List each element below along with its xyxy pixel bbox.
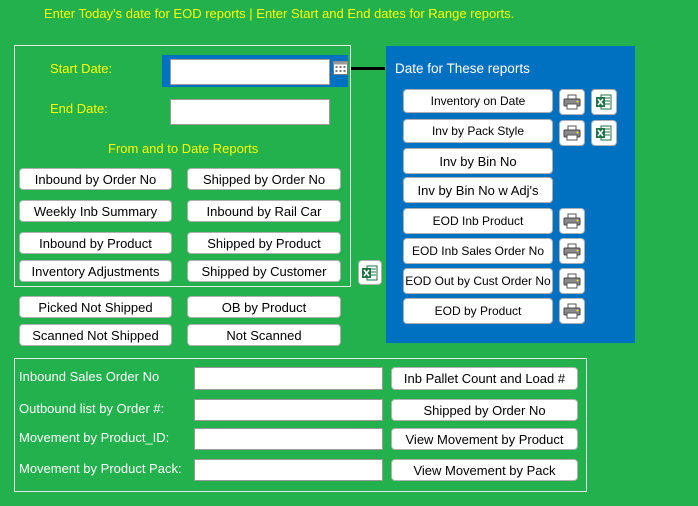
printer-icon bbox=[563, 125, 581, 141]
inbound-sales-order-label: Inbound Sales Order No bbox=[19, 369, 160, 384]
export-excel-button[interactable] bbox=[358, 260, 382, 285]
instructions-text: Enter Today's date for EOD reports | Ent… bbox=[44, 6, 515, 21]
scanned-not-shipped-button[interactable]: Scanned Not Shipped bbox=[19, 324, 172, 346]
shipped-by-customer-button[interactable]: Shipped by Customer bbox=[187, 260, 341, 282]
excel-inventory-on-date-button[interactable] bbox=[591, 89, 617, 115]
print-eod-out-by-cust-order-button[interactable] bbox=[559, 268, 585, 294]
weekly-inb-summary-button[interactable]: Weekly Inb Summary bbox=[19, 200, 172, 222]
view-movement-pack-button[interactable]: View Movement by Pack bbox=[391, 459, 578, 481]
start-date-label: Start Date: bbox=[50, 61, 113, 76]
printer-icon bbox=[563, 303, 581, 319]
lookup-shipped-by-order-button[interactable]: Shipped by Order No bbox=[391, 399, 578, 421]
eod-inb-product-button[interactable]: EOD Inb Product bbox=[403, 208, 553, 234]
movement-product-id-input[interactable] bbox=[194, 428, 383, 450]
print-inv-by-pack-style-button[interactable] bbox=[559, 120, 585, 146]
connector-line bbox=[351, 67, 385, 70]
movement-product-id-label: Movement by Product_ID: bbox=[19, 430, 170, 445]
inb-pallet-count-button[interactable]: Inb Pallet Count and Load # bbox=[391, 367, 578, 390]
inbound-by-rail-car-button[interactable]: Inbound by Rail Car bbox=[187, 200, 341, 222]
view-movement-product-button[interactable]: View Movement by Product bbox=[391, 428, 578, 450]
excel-icon bbox=[362, 265, 378, 280]
print-eod-inb-sales-order-button[interactable] bbox=[559, 238, 585, 264]
inventory-on-date-button[interactable]: Inventory on Date bbox=[403, 89, 553, 113]
inbound-sales-order-input[interactable] bbox=[194, 367, 383, 390]
inv-by-bin-no-button[interactable]: Inv by Bin No bbox=[403, 148, 553, 174]
outbound-list-label: Outbound list by Order #: bbox=[19, 401, 165, 416]
picked-not-shipped-button[interactable]: Picked Not Shipped bbox=[19, 296, 172, 318]
inv-by-pack-style-button[interactable]: Inv by Pack Style bbox=[403, 119, 553, 143]
inv-by-bin-no-adj-button[interactable]: Inv by Bin No w Adj's bbox=[403, 177, 553, 203]
end-date-label: End Date: bbox=[50, 101, 108, 116]
print-inventory-on-date-button[interactable] bbox=[559, 89, 585, 115]
range-reports-title: From and to Date Reports bbox=[108, 141, 259, 156]
printer-icon bbox=[563, 243, 581, 259]
calendar-icon[interactable] bbox=[333, 60, 348, 75]
shipped-by-order-button[interactable]: Shipped by Order No bbox=[187, 168, 341, 190]
outbound-list-input[interactable] bbox=[194, 399, 383, 421]
excel-icon bbox=[596, 94, 612, 110]
inbound-by-order-button[interactable]: Inbound by Order No bbox=[19, 168, 172, 190]
eod-by-product-button[interactable]: EOD by Product bbox=[403, 298, 553, 324]
eod-out-by-cust-order-button[interactable]: EOD Out by Cust Order No bbox=[403, 268, 553, 294]
not-scanned-button[interactable]: Not Scanned bbox=[187, 324, 341, 346]
print-eod-inb-product-button[interactable] bbox=[559, 208, 585, 234]
print-eod-by-product-button[interactable] bbox=[559, 298, 585, 324]
shipped-by-product-button[interactable]: Shipped by Product bbox=[187, 232, 341, 254]
end-date-input[interactable] bbox=[170, 99, 330, 125]
excel-icon bbox=[596, 125, 612, 141]
printer-icon bbox=[563, 213, 581, 229]
printer-icon bbox=[563, 94, 581, 110]
ob-by-product-button[interactable]: OB by Product bbox=[187, 296, 341, 318]
eod-panel-title: Date for These reports bbox=[395, 61, 530, 76]
printer-icon bbox=[563, 273, 581, 289]
excel-inv-by-pack-style-button[interactable] bbox=[591, 120, 617, 146]
start-date-input[interactable] bbox=[170, 59, 330, 85]
inventory-adjustments-button[interactable]: Inventory Adjustments bbox=[19, 260, 172, 282]
eod-inb-sales-order-button[interactable]: EOD Inb Sales Order No bbox=[403, 238, 553, 264]
movement-product-pack-label: Movement by Product Pack: bbox=[19, 461, 182, 476]
movement-product-pack-input[interactable] bbox=[194, 459, 383, 481]
inbound-by-product-button[interactable]: Inbound by Product bbox=[19, 232, 172, 254]
